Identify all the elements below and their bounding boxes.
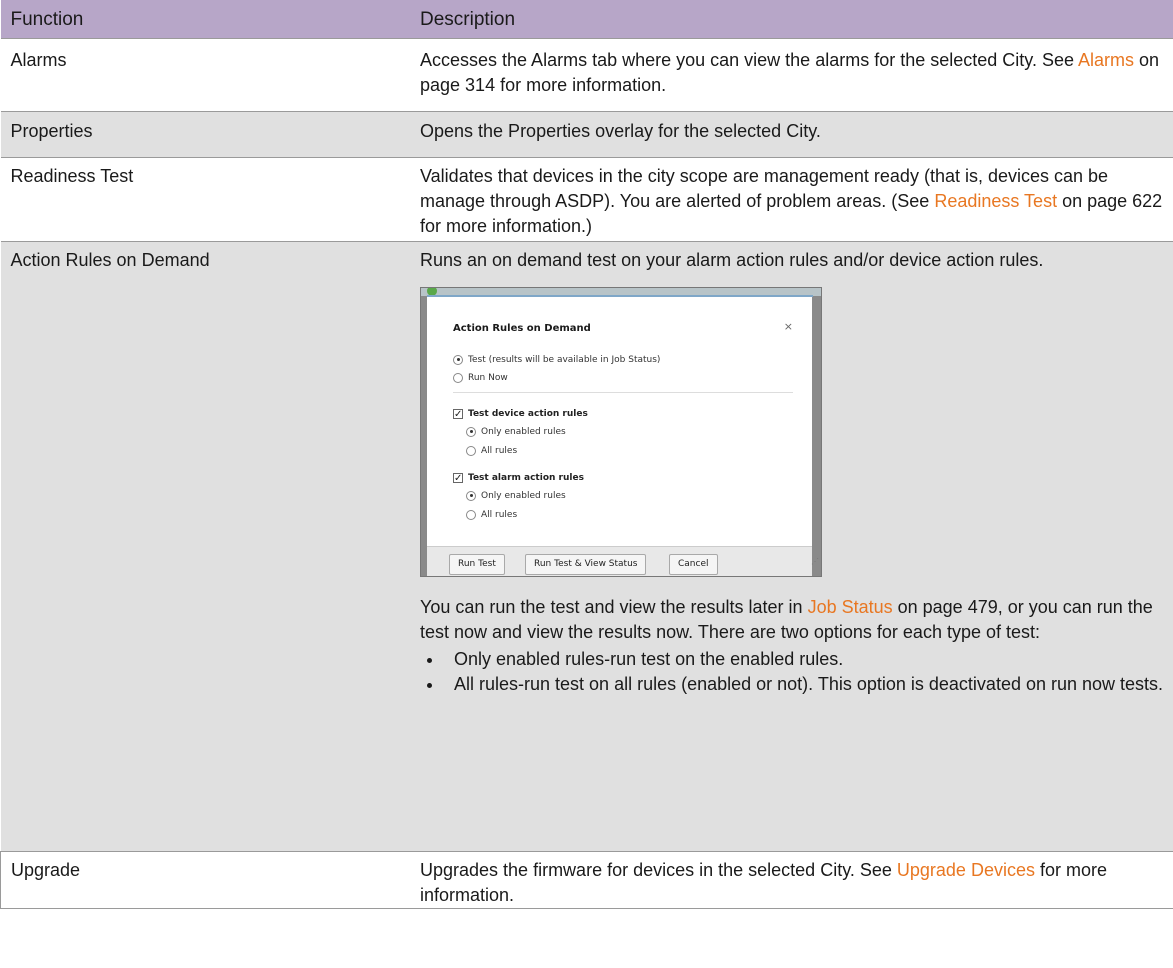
run-test-view-status-button[interactable]: Run Test & View Status xyxy=(525,554,647,575)
upgrade-devices-link[interactable]: Upgrade Devices xyxy=(897,860,1035,880)
table-row: Upgrade Upgrades the firmware for device… xyxy=(0,851,1173,909)
option-label: Only enabled rules xyxy=(481,427,566,437)
desc-followup: You can run the test and view the result… xyxy=(420,595,1165,645)
radio-selected-icon[interactable] xyxy=(466,490,476,501)
table-header-row: Function Description xyxy=(0,0,1173,39)
option-label: Only enabled rules xyxy=(481,491,566,501)
table-row: Readiness Test Validates that devices in… xyxy=(0,157,1173,242)
function-cell: Alarms xyxy=(0,38,412,112)
header-description: Description xyxy=(412,0,1173,39)
description-cell: Runs an on demand test on your alarm act… xyxy=(412,241,1173,852)
checkbox-checked-icon[interactable]: ✓ xyxy=(453,472,463,483)
description-cell: Accesses the Alarms tab where you can vi… xyxy=(412,38,1173,112)
header-function: Function xyxy=(0,0,412,39)
alarm-all-rules-option[interactable]: All rules xyxy=(466,503,517,528)
list-item: All rules-run test on all rules (enabled… xyxy=(444,672,1165,697)
option-label: All rules xyxy=(481,446,518,456)
option-label: All rules xyxy=(481,510,518,520)
close-icon[interactable]: × xyxy=(784,314,793,339)
mode-run-now-option[interactable]: Run Now xyxy=(453,366,508,391)
desc-text: You can run the test and view the result… xyxy=(420,597,808,617)
readiness-test-link[interactable]: Readiness Test xyxy=(934,191,1057,211)
list-item: Only enabled rules-run test on the enabl… xyxy=(444,647,1165,672)
checkbox-checked-icon[interactable]: ✓ xyxy=(453,408,463,419)
run-test-button[interactable]: Run Test xyxy=(449,554,505,575)
radio-icon[interactable] xyxy=(453,372,463,383)
function-cell: Properties xyxy=(0,111,412,158)
dialog-footer: Run Test Run Test & View Status Cancel xyxy=(427,546,812,576)
option-label: Test device action rules xyxy=(468,409,588,419)
options-list: Only enabled rules-run test on the enabl… xyxy=(420,647,1165,697)
dialog-title: Action Rules on Demand xyxy=(453,323,591,334)
dialog-screenshot: Safe(0) Thu May 0 3 The Fa AirDef M520 A… xyxy=(420,287,822,577)
function-cell: Readiness Test xyxy=(0,157,412,242)
resize-grip-icon[interactable]: ⋰ xyxy=(811,549,819,574)
option-label: Test (results will be available in Job S… xyxy=(468,355,661,365)
table-row: Alarms Accesses the Alarms tab where you… xyxy=(0,38,1173,112)
radio-selected-icon[interactable] xyxy=(466,426,476,437)
table-row: Properties Opens the Properties overlay … xyxy=(0,111,1173,158)
action-rules-dialog: Action Rules on Demand × Test (results w… xyxy=(427,297,812,546)
desc-intro: Runs an on demand test on your alarm act… xyxy=(420,250,1044,270)
job-status-link[interactable]: Job Status xyxy=(808,597,893,617)
device-all-rules-option[interactable]: All rules xyxy=(466,439,517,464)
table-row: Action Rules on Demand Runs an on demand… xyxy=(0,241,1173,852)
description-cell: Upgrades the firmware for devices in the… xyxy=(412,851,1173,909)
radio-selected-icon[interactable] xyxy=(453,354,463,365)
radio-icon[interactable] xyxy=(466,509,476,520)
function-cell: Upgrade xyxy=(0,851,412,909)
option-label: Run Now xyxy=(468,373,508,383)
description-cell: Opens the Properties overlay for the sel… xyxy=(412,111,1173,158)
function-cell: Action Rules on Demand xyxy=(0,241,412,852)
divider xyxy=(453,392,793,393)
function-table: Function Description Alarms Accesses the… xyxy=(0,0,1173,909)
desc-text: Upgrades the firmware for devices in the… xyxy=(420,860,897,880)
description-cell: Validates that devices in the city scope… xyxy=(412,157,1173,242)
alarms-link[interactable]: Alarms xyxy=(1078,50,1134,70)
desc-text: Accesses the Alarms tab where you can vi… xyxy=(420,50,1078,70)
cancel-button[interactable]: Cancel xyxy=(669,554,718,575)
radio-icon[interactable] xyxy=(466,445,476,456)
option-label: Test alarm action rules xyxy=(468,473,584,483)
